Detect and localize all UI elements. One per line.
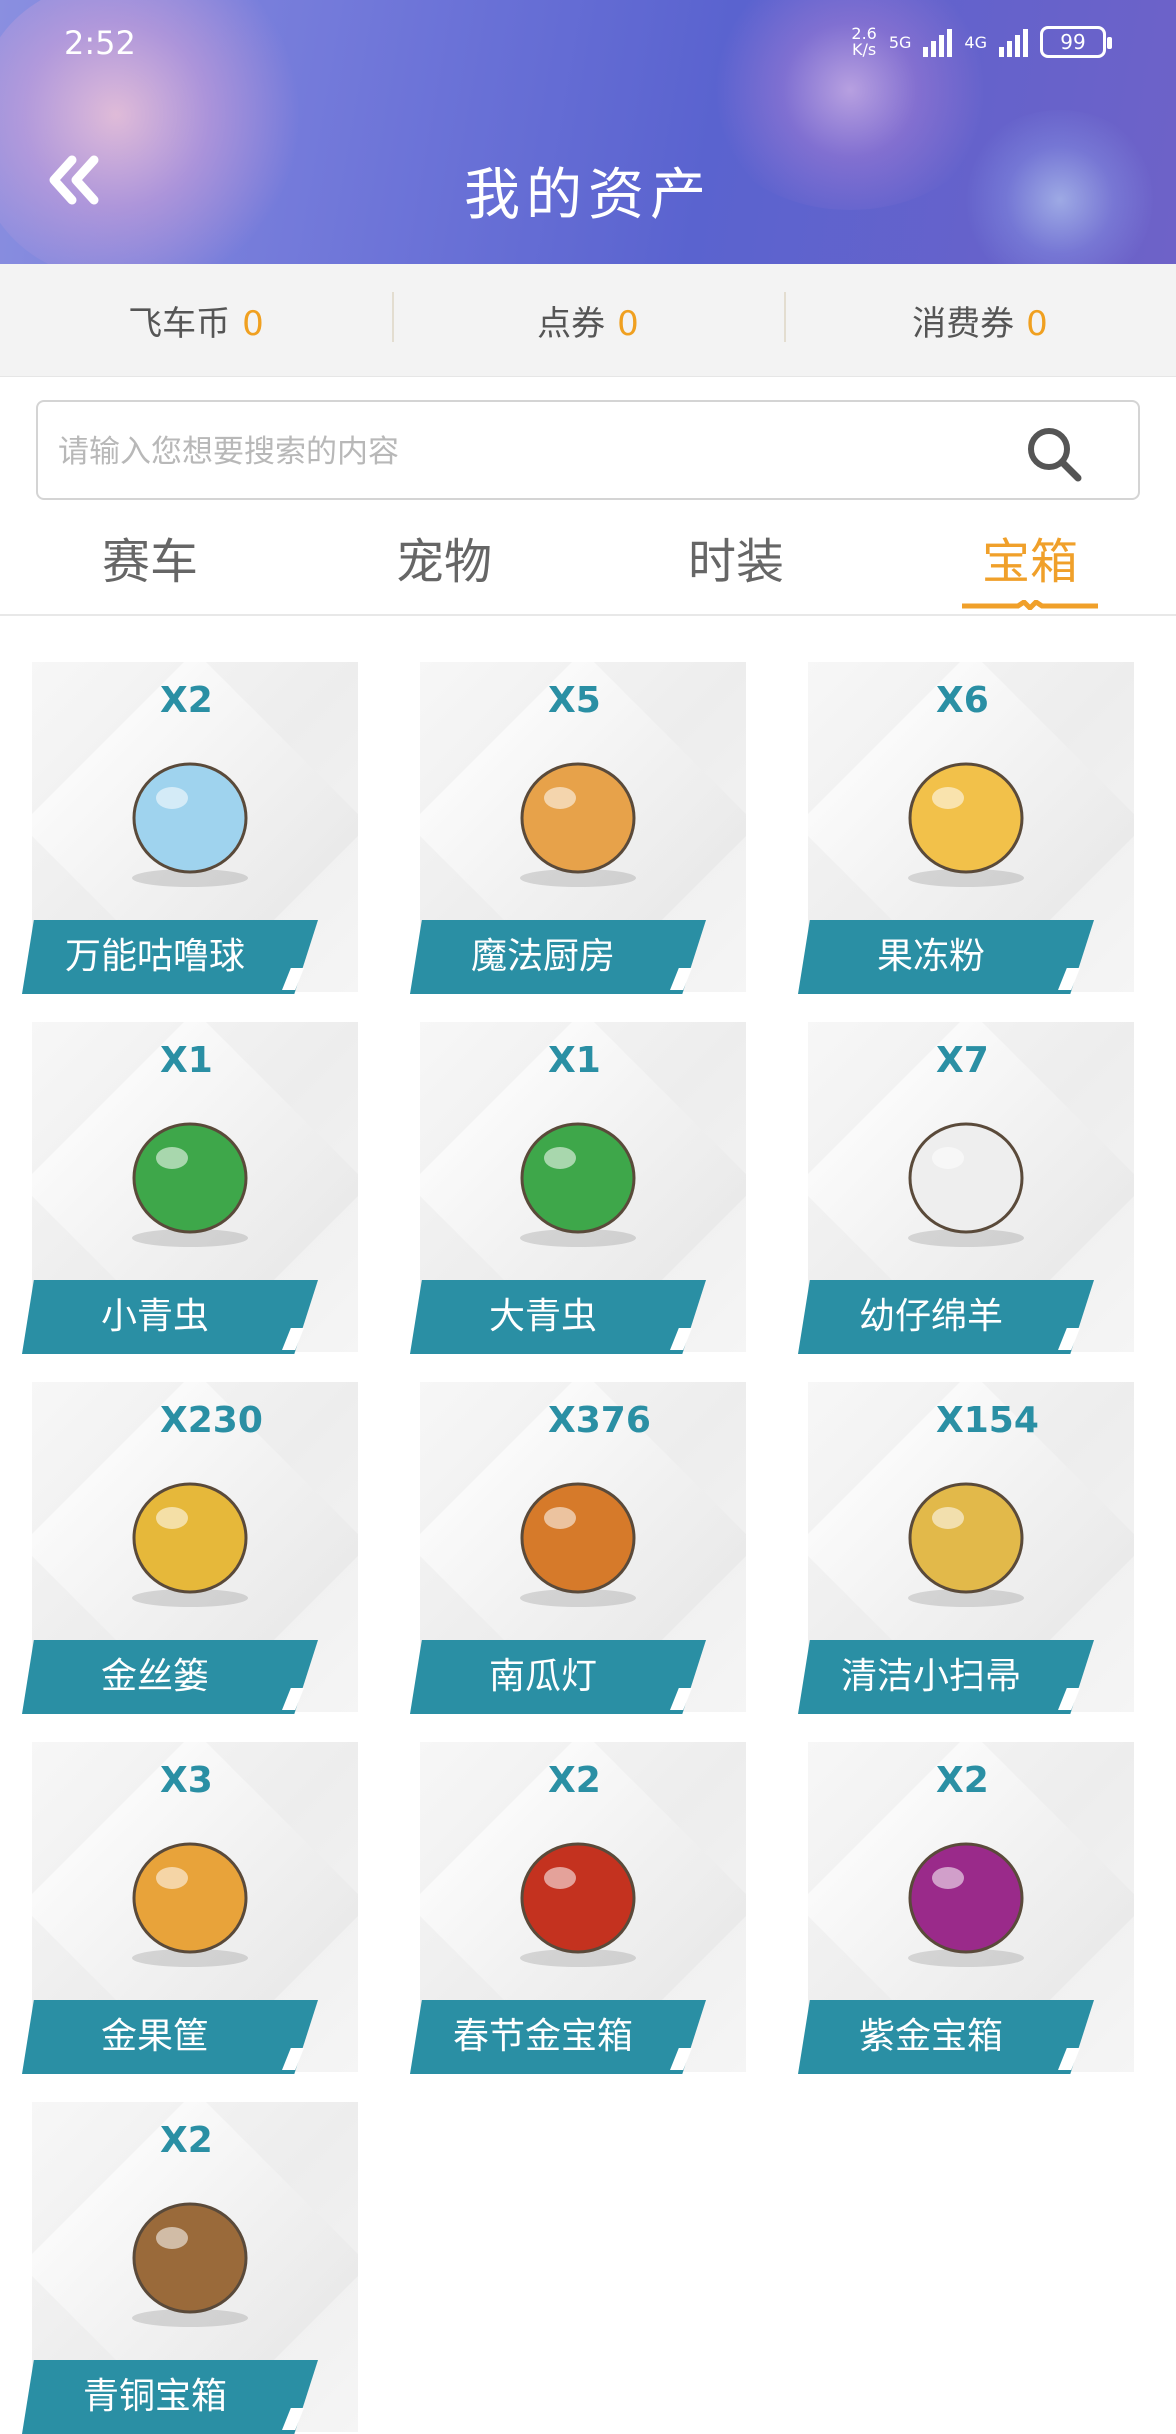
net-speed: 2.6 K/s — [851, 24, 877, 59]
item-card[interactable]: X2 紫金宝箱 — [776, 1730, 1136, 2074]
purple-treasure-chest-icon — [908, 1842, 1024, 1967]
page-title: 我的资产 — [464, 163, 712, 228]
signal-icon — [999, 27, 1028, 57]
red-treasure-chest-icon — [520, 1842, 636, 1967]
item-name: 万能咕噜球 — [64, 936, 245, 977]
search-icon[interactable] — [1024, 424, 1084, 484]
item-count: X7 — [936, 1040, 989, 1081]
item-card[interactable]: X6 果冻粉 — [776, 650, 1136, 994]
item-count: X2 — [936, 1760, 989, 1801]
sheep-icon — [908, 1122, 1024, 1247]
kitchen-pot-icon — [520, 762, 636, 887]
search-input[interactable] — [58, 422, 998, 482]
item-count: X154 — [936, 1400, 1039, 1441]
green-bug-icon — [520, 1122, 636, 1247]
item-count: X1 — [548, 1040, 601, 1081]
broom-icon — [908, 1482, 1024, 1607]
status-icons: 2.6 K/s 5G 4G 99 — [851, 24, 1112, 59]
item-count: X2 — [548, 1760, 601, 1801]
tab-pets[interactable]: 宠物 — [344, 522, 544, 592]
item-count: X376 — [548, 1400, 651, 1441]
item-name: 紫金宝箱 — [858, 2016, 1003, 2057]
item-name: 大青虫 — [488, 1296, 597, 1337]
currency-value: 0 — [617, 303, 639, 344]
currency-label: 消费券 — [912, 303, 1015, 344]
search-box — [36, 400, 1140, 500]
item-card[interactable]: X2 春节金宝箱 — [388, 1730, 748, 2074]
crystal-ball-icon — [132, 762, 248, 887]
active-tab-indicator — [962, 600, 1098, 610]
item-card[interactable]: X230 金丝篓 — [0, 1370, 360, 1714]
item-card[interactable]: X7 幼仔绵羊 — [776, 1010, 1136, 1354]
tab-treasure-chest[interactable]: 宝箱 — [930, 522, 1130, 592]
item-count: X3 — [160, 1760, 213, 1801]
item-name: 南瓜灯 — [488, 1656, 597, 1697]
green-caterpillar-icon — [132, 1122, 248, 1247]
item-card[interactable]: X154 清洁小扫帚 — [776, 1370, 1136, 1714]
currency-dianquan: 点券 0 — [392, 291, 784, 345]
item-name: 清洁小扫帚 — [840, 1656, 1021, 1697]
tab-cars[interactable]: 赛车 — [50, 522, 250, 592]
item-name: 金果筐 — [100, 2016, 209, 2057]
bronze-treasure-chest-icon — [132, 2202, 248, 2327]
item-name: 金丝篓 — [100, 1656, 209, 1697]
item-card[interactable]: X2 万能咕噜球 — [0, 650, 360, 994]
fruit-cornucopia-icon — [132, 1842, 248, 1967]
item-card[interactable]: X3 金果筐 — [0, 1730, 360, 2074]
item-name: 幼仔绵羊 — [858, 1296, 1003, 1337]
currency-xiaofeiquan: 消费券 0 — [784, 291, 1176, 345]
currency-bar: 飞车币 0 点券 0 消费券 0 — [0, 264, 1176, 377]
item-name: 果冻粉 — [876, 936, 985, 977]
item-card[interactable]: X1 小青虫 — [0, 1010, 360, 1354]
pumpkin-lantern-icon — [520, 1482, 636, 1607]
item-count: X2 — [160, 2120, 213, 2161]
currency-label: 飞车币 — [128, 303, 231, 344]
item-card[interactable]: X1 大青虫 — [388, 1010, 748, 1354]
network-5g-label: 5G — [888, 32, 912, 52]
item-count: X6 — [936, 680, 989, 721]
status-time: 2:52 — [64, 24, 136, 62]
item-name: 小青虫 — [100, 1296, 209, 1337]
tab-fashion[interactable]: 时装 — [636, 522, 836, 592]
signal-icon — [923, 27, 953, 57]
item-count: X5 — [548, 680, 601, 721]
item-card[interactable]: X5 魔法厨房 — [388, 650, 748, 994]
golden-basket-icon — [132, 1482, 248, 1607]
item-count: X230 — [160, 1400, 263, 1441]
jelly-powder-box-icon — [908, 762, 1024, 887]
item-count: X1 — [160, 1040, 213, 1081]
battery-icon: 99 — [1040, 26, 1112, 58]
network-4g-label: 4G — [964, 32, 987, 52]
item-name: 春节金宝箱 — [452, 2016, 633, 2057]
currency-feicheb: 飞车币 0 — [0, 296, 392, 345]
currency-value: 0 — [1026, 303, 1048, 344]
item-card[interactable]: X376 南瓜灯 — [388, 1370, 748, 1714]
header: 2:52 2.6 K/s 5G 4G 99 我的资产 — [0, 0, 1176, 264]
category-tabs: 赛车 宠物 时装 宝箱 — [0, 510, 1176, 616]
item-name: 魔法厨房 — [470, 936, 615, 977]
item-card[interactable]: X2 青铜宝箱 — [0, 2090, 360, 2434]
item-name: 青铜宝箱 — [82, 2376, 227, 2417]
item-count: X2 — [160, 680, 213, 721]
currency-value: 0 — [242, 303, 264, 344]
currency-label: 点券 — [537, 303, 606, 344]
